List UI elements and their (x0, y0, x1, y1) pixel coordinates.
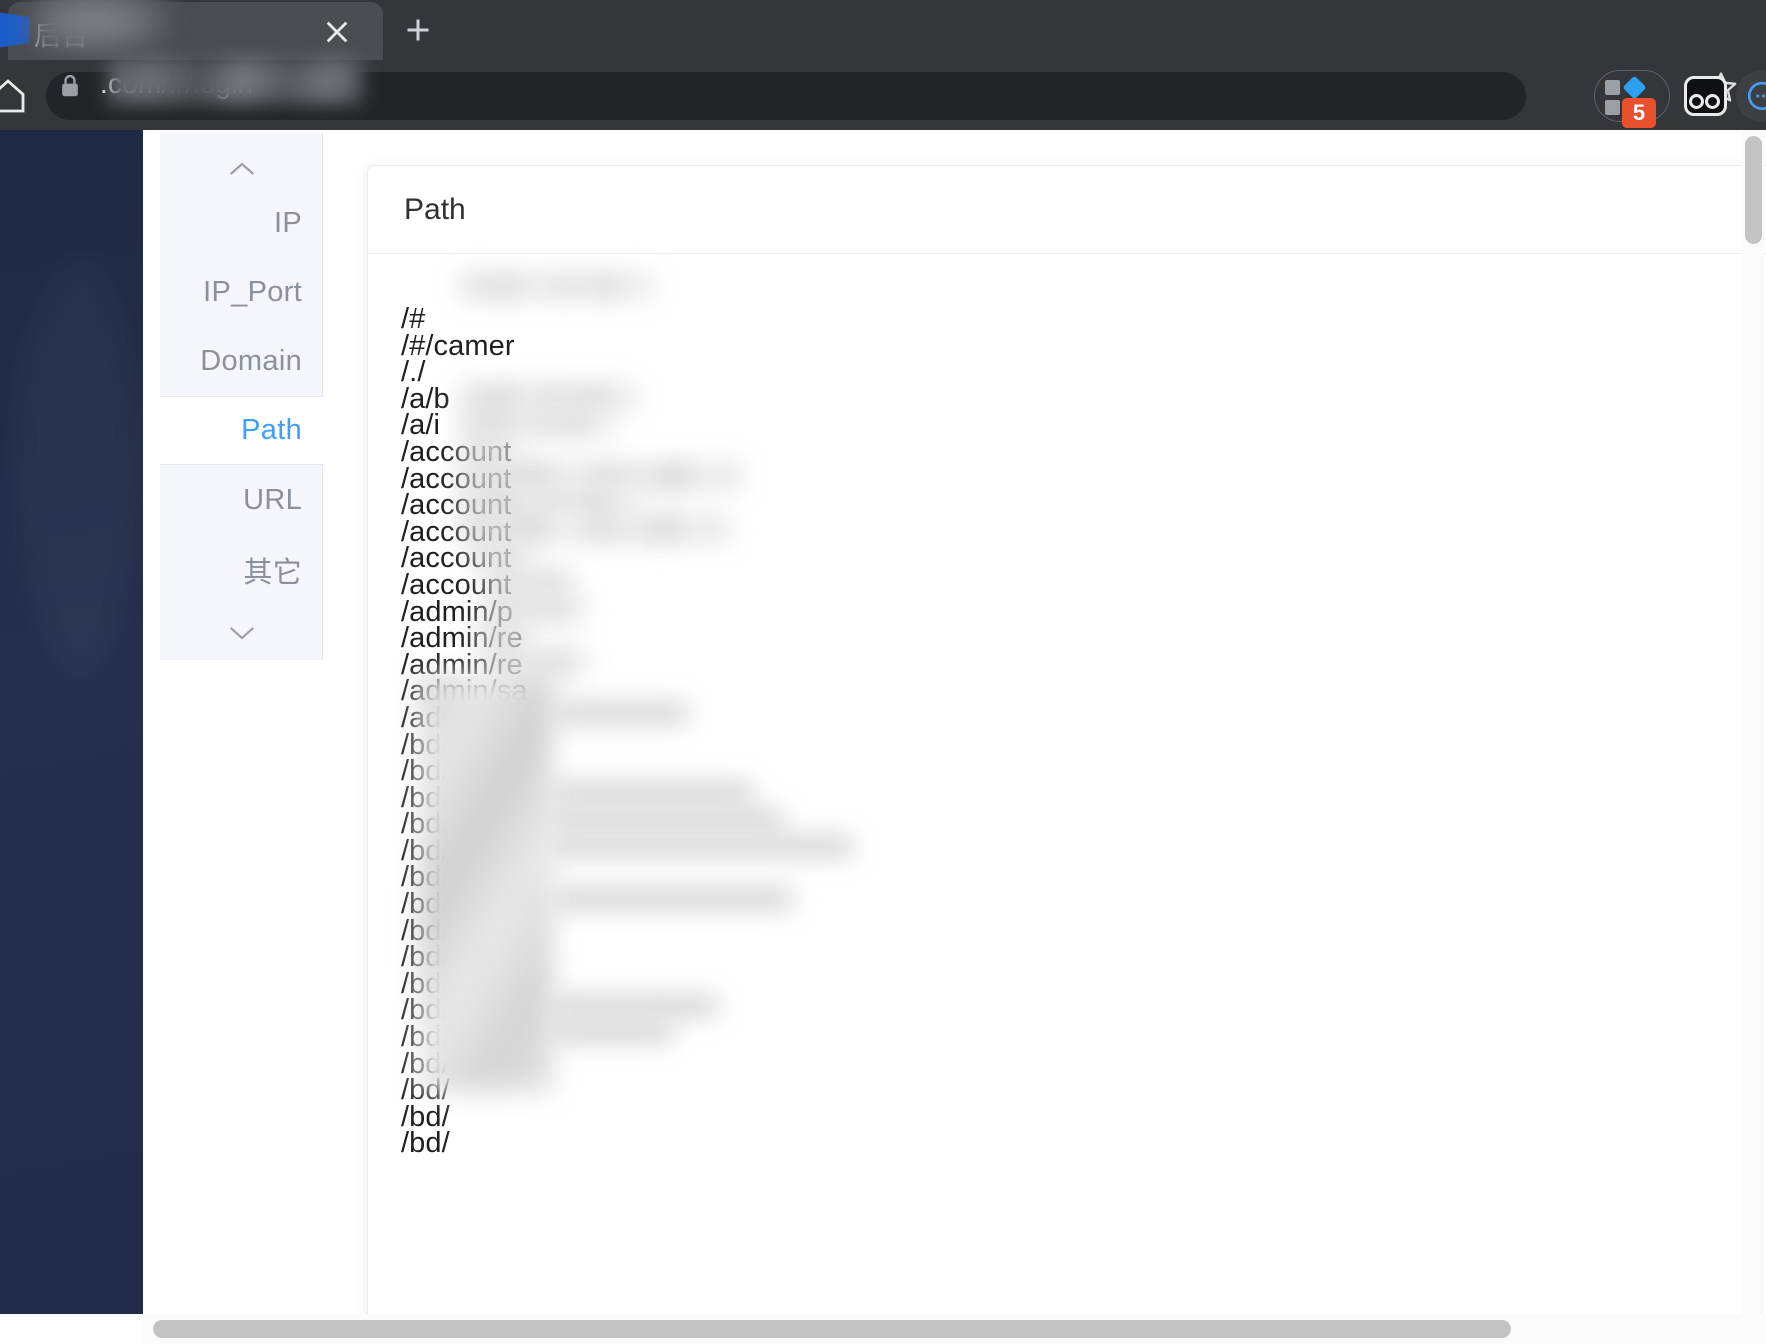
path-list-item: /#/camer (401, 329, 515, 362)
page-viewport: IP IP_Port Domain Path URL 其它 Path /# /#… (0, 130, 1766, 1344)
page-title: Path (404, 192, 466, 226)
path-list-item: /bd/ (401, 728, 450, 761)
tab-domain[interactable]: Domain (160, 327, 323, 396)
path-list-item: /account (401, 489, 512, 522)
chevron-down-icon[interactable] (160, 613, 323, 653)
path-list-item: /bd/ (401, 914, 450, 947)
path-list-item: /bd/ (401, 1100, 450, 1133)
browser-window: 后台 .com/#/login (0, 0, 1766, 1344)
app-sidebar[interactable] (0, 130, 143, 1314)
tab-label: 其它 (243, 556, 302, 589)
home-icon[interactable] (0, 76, 30, 116)
redaction-mask (553, 1020, 673, 1044)
page-content: IP IP_Port Domain Path URL 其它 Path /# /#… (143, 130, 1766, 1344)
vertical-scrollbar-thumb[interactable] (1745, 136, 1762, 244)
chevron-up-icon[interactable] (160, 149, 323, 189)
path-card: Path /#/#/camer/.//a/b/a/i/account/accou… (367, 165, 1766, 1344)
path-list-item: /account (401, 568, 512, 601)
tab-label: Path (241, 414, 302, 446)
path-list-item: /# (401, 303, 426, 335)
tab-url[interactable]: URL (160, 466, 323, 535)
horizontal-scrollbar-thumb[interactable] (153, 1320, 1511, 1338)
tab-title-redaction (32, 0, 172, 56)
path-list-item: /bd/ (401, 1074, 450, 1107)
tab-favicon-icon (0, 12, 30, 48)
redaction-mask (463, 274, 651, 298)
path-list-item: /a/i (401, 409, 441, 442)
path-list-item: /bd/ (401, 941, 450, 974)
glasses-extension-icon[interactable] (1684, 76, 1727, 116)
path-list-item: /account (401, 435, 512, 468)
vertical-scrollbar[interactable] (1742, 130, 1764, 1314)
new-tab-button[interactable] (400, 12, 436, 48)
path-list-item: /bd/ (401, 1047, 450, 1080)
card-header: Path (368, 166, 1766, 254)
redaction-mask (553, 994, 718, 1018)
path-list-item: /a/b (401, 382, 450, 415)
tab-ip-port[interactable]: IP_Port (160, 258, 323, 327)
tab-other[interactable]: 其它 (160, 535, 323, 604)
chat-bubble-avatar-icon[interactable] (1736, 70, 1766, 122)
tab-label: URL (243, 484, 302, 516)
path-list-item: /bd/ (401, 1127, 450, 1160)
tab-ip[interactable]: IP (160, 189, 323, 258)
path-list-item: /account (401, 542, 512, 575)
redaction-mask (553, 834, 853, 858)
browser-toolbar: .com/#/login 5 (0, 58, 1766, 130)
horizontal-scrollbar[interactable] (143, 1314, 1766, 1344)
path-list-item: /admin/re (401, 622, 523, 655)
category-tab-rail: IP IP_Port Domain Path URL 其它 (160, 133, 325, 660)
redaction-mask (553, 808, 783, 832)
extensions-badge: 5 (1622, 98, 1656, 128)
path-list-item: /account (401, 462, 512, 495)
tab-label: IP_Port (203, 276, 302, 308)
url-redaction (108, 58, 363, 104)
tab-label: IP (274, 207, 302, 239)
close-tab-icon[interactable] (321, 16, 353, 48)
path-list-item: /admin/re (401, 648, 523, 681)
tab-path[interactable]: Path (160, 396, 325, 465)
tab-strip: 后台 (0, 0, 1766, 60)
redaction-mask (553, 701, 688, 725)
redaction-mask (553, 781, 753, 805)
path-list-item: /admin/p (401, 595, 514, 628)
sidebar-decoration (16, 260, 136, 680)
path-list-item: /./ (401, 356, 426, 389)
card-body: /#/#/camer/.//a/b/a/i/account/account/ac… (368, 254, 1766, 1160)
lock-icon[interactable] (60, 74, 80, 98)
browser-tab[interactable]: 后台 (0, 0, 383, 60)
path-list-item: /account (401, 515, 512, 548)
redaction-mask (553, 887, 793, 911)
tab-label: Domain (200, 345, 302, 377)
